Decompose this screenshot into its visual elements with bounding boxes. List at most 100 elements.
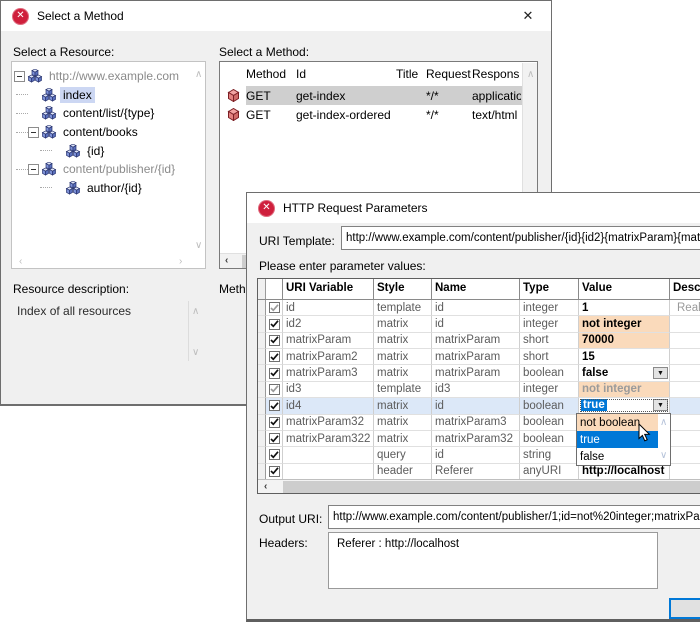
close-icon[interactable] xyxy=(519,7,537,25)
tree-item-http-www-example-com[interactable]: http://www.example.com xyxy=(12,67,205,86)
param-cell-name[interactable]: id xyxy=(432,300,520,316)
param-cell-name[interactable]: id xyxy=(432,398,520,414)
param-cell-description[interactable] xyxy=(670,365,700,381)
param-cell-description[interactable] xyxy=(670,431,700,447)
row-selector[interactable] xyxy=(258,431,266,447)
param-enabled-checkbox[interactable] xyxy=(269,449,280,460)
param-cell-variable[interactable] xyxy=(283,447,374,463)
param-cell-style[interactable]: matrix xyxy=(374,398,432,414)
row-selector[interactable] xyxy=(258,398,266,414)
param-cell-name[interactable]: id xyxy=(432,447,520,463)
param-cell-style[interactable]: matrix xyxy=(374,431,432,447)
http-params-titlebar[interactable]: HTTP Request Parameters xyxy=(247,193,700,223)
param-cell-value[interactable]: false xyxy=(579,365,670,381)
param-cell-name[interactable]: matrixParam xyxy=(432,349,520,365)
param-cell-variable[interactable]: id xyxy=(283,300,374,316)
row-selector[interactable] xyxy=(258,447,266,463)
param-cell-style[interactable]: header xyxy=(374,464,432,480)
param-cell-style[interactable]: template xyxy=(374,300,432,316)
dropdown-button chevron-down-icon[interactable] xyxy=(653,367,668,379)
param-enabled-checkbox[interactable] xyxy=(269,384,280,395)
param-cell-style[interactable]: matrix xyxy=(374,365,432,381)
param-cell-style[interactable]: matrix xyxy=(374,333,432,349)
param-cell-variable[interactable] xyxy=(283,464,374,480)
tree-scroll-up-icon[interactable]: ∧ xyxy=(195,70,202,80)
row-selector[interactable] xyxy=(258,349,266,365)
param-enabled-checkbox[interactable] xyxy=(269,433,280,444)
tree-scroll-left-icon[interactable]: ‹ xyxy=(19,257,22,267)
param-enabled-checkbox[interactable] xyxy=(269,302,280,313)
param-cell-description[interactable] xyxy=(670,333,700,349)
param-enabled-checkbox[interactable] xyxy=(269,319,280,330)
param-cell-type[interactable]: integer xyxy=(520,300,579,316)
param-cell-name[interactable]: matrixParam xyxy=(432,333,520,349)
param-cell-name[interactable]: matrixParam32 xyxy=(432,431,520,447)
param-cell-name[interactable]: id xyxy=(432,316,520,332)
row-selector[interactable] xyxy=(258,316,266,332)
param-cell-variable[interactable]: matrixParam xyxy=(283,333,374,349)
param-enabled-checkbox[interactable] xyxy=(269,466,280,477)
method-scroll-up-icon[interactable]: ∧ xyxy=(527,70,534,80)
param-enabled-checkbox[interactable] xyxy=(269,368,280,379)
param-cell-name[interactable]: matrixParam3 xyxy=(432,415,520,431)
tree-scroll-right-icon[interactable]: › xyxy=(179,257,182,267)
param-cell-style[interactable]: template xyxy=(374,382,432,398)
method-row-get-index[interactable]: GETget-index*/*application/xml xyxy=(220,86,537,105)
param-cell-type[interactable]: short xyxy=(520,349,579,365)
param-cell-variable[interactable]: id2 xyxy=(283,316,374,332)
param-cell-name[interactable]: Referer xyxy=(432,464,520,480)
param-cell-description[interactable] xyxy=(670,382,700,398)
param-cell-type[interactable]: boolean xyxy=(520,431,579,447)
param-cell-description[interactable] xyxy=(670,415,700,431)
param-enabled-checkbox[interactable] xyxy=(269,335,280,346)
param-enabled-checkbox[interactable] xyxy=(269,351,280,362)
tree-item-content-books[interactable]: content/books xyxy=(12,123,205,142)
param-cell-variable[interactable]: id4 xyxy=(283,398,374,414)
param-cell-description[interactable] xyxy=(670,316,700,332)
row-selector[interactable] xyxy=(258,415,266,431)
param-cell-value[interactable]: not integer xyxy=(579,316,670,332)
param-cell-style[interactable]: matrix xyxy=(374,316,432,332)
param-cell-value[interactable]: 15 xyxy=(579,349,670,365)
param-scroll-left-icon[interactable]: ‹ xyxy=(264,482,267,492)
collapse-icon[interactable] xyxy=(28,164,39,175)
desc-scroll-down-icon[interactable]: ∨ xyxy=(192,348,199,358)
collapse-icon[interactable] xyxy=(28,127,39,138)
param-cell-type[interactable]: boolean xyxy=(520,365,579,381)
row-selector[interactable] xyxy=(258,464,266,480)
output-uri-field[interactable]: http://www.example.com/content/publisher… xyxy=(328,505,700,529)
row-selector[interactable] xyxy=(258,333,266,349)
param-cell-name[interactable]: matrixParam xyxy=(432,365,520,381)
tree-item-index[interactable]: index xyxy=(12,86,205,105)
method-row-get-index-ordered[interactable]: GETget-index-ordered*/*text/html xyxy=(220,105,537,124)
tree-item-content-publisher-id[interactable]: content/publisher/{id} xyxy=(12,160,205,179)
method-scroll-left-icon[interactable]: ‹ xyxy=(225,256,228,266)
dropdown-item-true[interactable]: true xyxy=(577,431,670,448)
value-editor[interactable]: true xyxy=(579,398,669,412)
param-cell-description[interactable] xyxy=(670,447,700,463)
param-cell-type[interactable]: boolean xyxy=(520,415,579,431)
tree-scroll-down-icon[interactable]: ∨ xyxy=(195,241,202,251)
tree-item-author-id[interactable]: author/{id} xyxy=(12,179,205,198)
param-cell-description[interactable] xyxy=(670,464,700,480)
param-cell-variable[interactable]: matrixParam322 xyxy=(283,431,374,447)
param-cell-name[interactable]: id3 xyxy=(432,382,520,398)
param-cell-variable[interactable]: matrixParam2 xyxy=(283,349,374,365)
collapse-icon[interactable] xyxy=(14,71,25,82)
param-cell-style[interactable]: matrix xyxy=(374,349,432,365)
dropdown-button chevron-down-icon[interactable] xyxy=(653,399,668,411)
tree-item-id[interactable]: {id} xyxy=(12,141,205,160)
param-cell-type[interactable]: integer xyxy=(520,316,579,332)
param-cell-description[interactable]: Really xyxy=(670,300,700,316)
param-cell-type[interactable]: short xyxy=(520,333,579,349)
param-enabled-checkbox[interactable] xyxy=(269,400,280,411)
param-cell-type[interactable]: anyURI xyxy=(520,464,579,480)
param-cell-variable[interactable]: id3 xyxy=(283,382,374,398)
row-selector[interactable] xyxy=(258,365,266,381)
tree-item-content-list-type[interactable]: content/list/{type} xyxy=(12,104,205,123)
select-method-titlebar[interactable]: Select a Method xyxy=(1,1,551,31)
param-table-hscrollbar[interactable]: ‹ xyxy=(258,479,700,493)
param-cell-value[interactable]: 70000 xyxy=(579,333,670,349)
param-cell-type[interactable]: string xyxy=(520,447,579,463)
dropdown-scroll-up-icon[interactable]: ∧ xyxy=(660,418,667,428)
